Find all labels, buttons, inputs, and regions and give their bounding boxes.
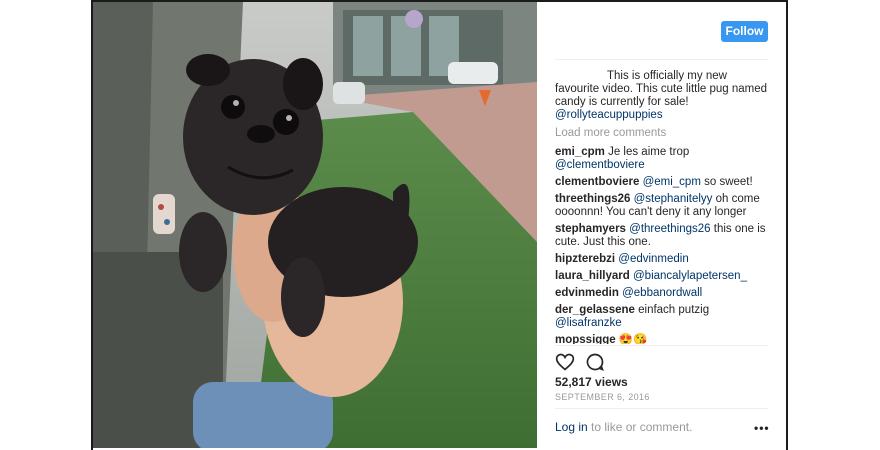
comment-mention[interactable]: @edvinmedin bbox=[618, 253, 689, 265]
comment-text: Je les aime trop bbox=[608, 146, 690, 158]
comment-item: threethings26 @stephanitelyy oh come ooo… bbox=[555, 193, 768, 219]
comment-username[interactable]: der_gelassene bbox=[555, 304, 635, 316]
comment-username[interactable]: emi_cpm bbox=[555, 146, 605, 158]
comment-username[interactable]: threethings26 bbox=[555, 193, 630, 205]
comment-username[interactable]: clementboviere bbox=[555, 176, 639, 188]
post-date: SEPTEMBER 6, 2016 bbox=[555, 392, 650, 402]
comment-mention[interactable]: @ebbanordwall bbox=[622, 287, 702, 299]
comment-username[interactable]: laura_hillyard bbox=[555, 270, 630, 282]
heart-icon[interactable] bbox=[555, 352, 575, 372]
login-prompt: Log in to like or comment. bbox=[555, 420, 692, 434]
load-more-comments-link[interactable]: Load more comments bbox=[555, 127, 768, 140]
comment-item: stephamyers @threethings26 this one is c… bbox=[555, 223, 768, 249]
comment-mention[interactable]: @stephanitelyy bbox=[634, 193, 713, 205]
caption-text: This is officially my new favourite vide… bbox=[555, 70, 768, 108]
comments-list[interactable]: This is officially my new favourite vide… bbox=[555, 70, 768, 344]
view-count: 52,817 views bbox=[555, 375, 628, 389]
comment-text: so sweet! bbox=[704, 176, 753, 188]
comment-item: laura_hillyard @biancalylapetersen_ bbox=[555, 270, 768, 283]
comment-mention[interactable]: @emi_cpm bbox=[643, 176, 701, 188]
comment-username[interactable]: hipzterebzi bbox=[555, 253, 615, 265]
comment-item: mopssigge 😍😘 bbox=[555, 334, 768, 344]
comment-item: clementboviere @emi_cpm so sweet! bbox=[555, 176, 768, 189]
comment-mention[interactable]: @biancalylapetersen_ bbox=[633, 270, 747, 282]
more-options-icon[interactable]: ••• bbox=[754, 421, 770, 435]
pug-video-frame bbox=[93, 2, 537, 448]
post-caption: This is officially my new favourite vide… bbox=[555, 70, 768, 122]
comment-mention[interactable]: @clementboviere bbox=[555, 159, 645, 171]
comment-mention[interactable]: @threethings26 bbox=[629, 223, 710, 235]
login-prompt-text: to like or comment. bbox=[591, 420, 693, 434]
comment-item: emi_cpm Je les aime trop @clementboviere bbox=[555, 146, 768, 172]
header-divider bbox=[555, 59, 768, 60]
comment-username[interactable]: mopssigge bbox=[555, 334, 616, 344]
comment-item: edvinmedin @ebbanordwall bbox=[555, 287, 768, 300]
caption-mention-link[interactable]: @rollyteacuppuppies bbox=[555, 109, 663, 121]
follow-button[interactable]: Follow bbox=[721, 21, 768, 42]
comment-item: der_gelassene einfach putzig @lisafranzk… bbox=[555, 304, 768, 330]
post-video[interactable] bbox=[93, 2, 537, 448]
comment-text: einfach putzig bbox=[638, 304, 710, 316]
post-side-panel: Follow This is officially my new favouri… bbox=[537, 2, 786, 448]
comment-mention[interactable]: @lisafranzke bbox=[555, 317, 622, 329]
footer-divider bbox=[555, 408, 768, 409]
comment-emoji: 😍😘 bbox=[618, 334, 648, 344]
actions-divider bbox=[555, 345, 768, 346]
login-link[interactable]: Log in bbox=[555, 420, 588, 434]
comment-item: hipzterebzi @edvinmedin bbox=[555, 253, 768, 266]
comment-username[interactable]: edvinmedin bbox=[555, 287, 619, 299]
comment-bubble-icon[interactable] bbox=[585, 352, 605, 372]
comment-username[interactable]: stephamyers bbox=[555, 223, 626, 235]
